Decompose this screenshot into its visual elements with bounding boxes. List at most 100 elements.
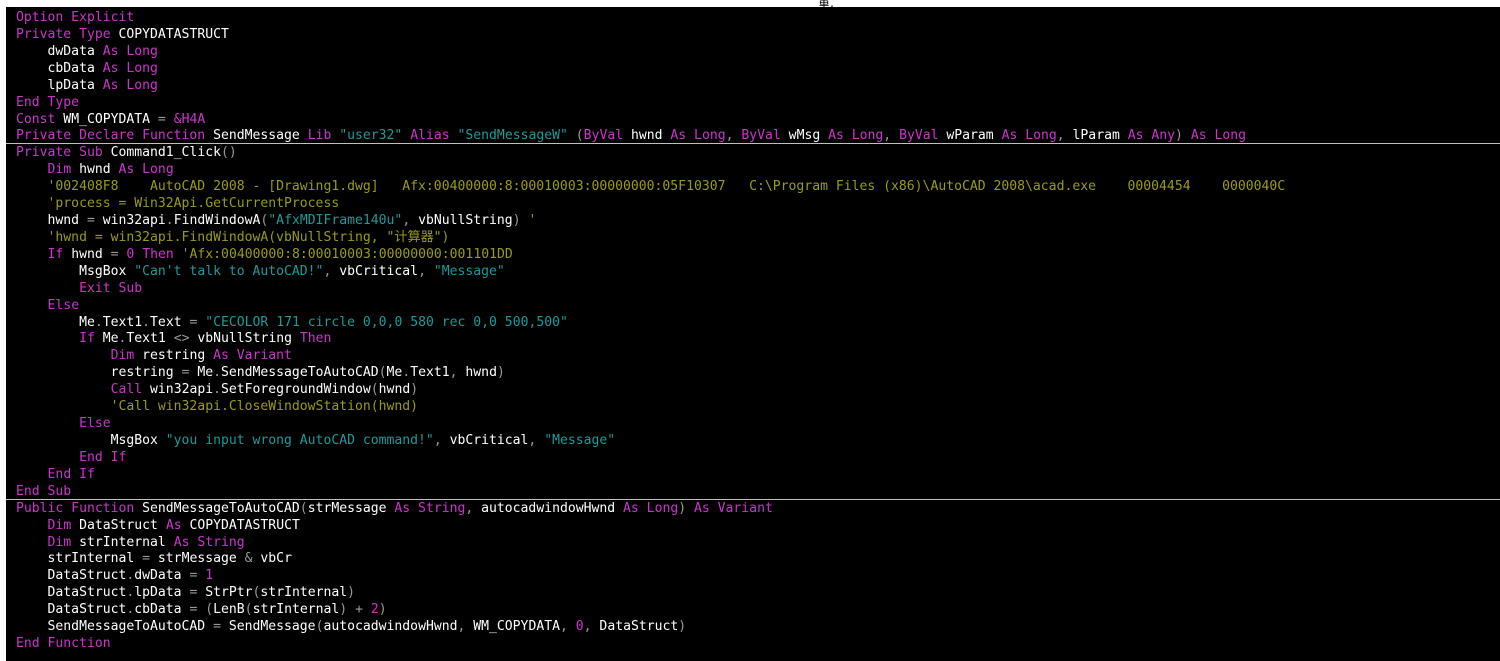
- identifier-token: Text1: [126, 331, 174, 347]
- operator-token: ,: [433, 433, 442, 448]
- code-line[interactable]: Dim restring As Variant: [16, 347, 292, 364]
- code-line[interactable]: lpData As Long: [16, 77, 158, 94]
- operator-token: <>: [173, 331, 190, 347]
- identifier-token: SendMessage: [220, 619, 316, 635]
- string-token: "CECOLOR 171 circle 0,0,0 580 rec 0,0 50…: [205, 314, 568, 330]
- identifier-token: hwnd: [623, 128, 671, 144]
- code-line[interactable]: '002408F8 AutoCAD 2008 - [Drawing1.dwg] …: [16, 178, 1286, 195]
- keyword-token: If: [47, 246, 64, 262]
- identifier-token: [16, 416, 79, 431]
- code-line[interactable]: DataStruct.cbData = (LenB(strInternal) +…: [16, 601, 387, 618]
- code-line[interactable]: End If: [16, 466, 95, 483]
- code-line[interactable]: DataStruct.dwData = 1: [16, 567, 214, 584]
- code-line[interactable]: Me.Text1.Text = "CECOLOR 171 circle 0,0,…: [16, 314, 568, 331]
- code-line[interactable]: 'Call win32api.CloseWindowStation(hwnd): [16, 398, 418, 415]
- code-line[interactable]: If Me.Text1 <> vbNullString Then: [16, 330, 331, 347]
- keyword-token: Public Function: [16, 500, 135, 516]
- code-line[interactable]: 'process = Win32Api.GetCurrentProcess: [16, 195, 340, 212]
- operator-token: (: [370, 382, 379, 398]
- identifier-token: vbNullString: [189, 331, 300, 347]
- operator-token: .: [213, 365, 221, 381]
- identifier-token: [16, 331, 79, 346]
- code-line[interactable]: Private Type COPYDATASTRUCT: [16, 26, 229, 43]
- identifier-token: vbCr: [252, 551, 292, 567]
- code-line[interactable]: Const WM_COPYDATA = &H4A: [16, 111, 205, 128]
- code-line[interactable]: End Type: [16, 94, 79, 111]
- code-line[interactable]: Else: [16, 297, 80, 314]
- identifier-token: [16, 518, 48, 533]
- identifier-token: WM_COPYDATA: [465, 619, 560, 635]
- identifier-token: vbCritical: [441, 433, 529, 448]
- operator-token: .: [94, 314, 103, 330]
- identifier-token: [16, 467, 48, 482]
- identifier-token: DataStruct: [16, 568, 127, 584]
- identifier-token: restring: [16, 365, 182, 381]
- identifier-token: dwData: [16, 43, 103, 59]
- keyword-token: As String: [173, 534, 245, 550]
- keyword-token: Alias: [410, 128, 450, 144]
- operator-token: ): [678, 619, 687, 635]
- code-editor[interactable]: Option Explicit Private Type COPYDATASTRU…: [6, 7, 1500, 661]
- identifier-token: Me: [386, 365, 403, 381]
- operator-token: ,: [449, 365, 458, 381]
- keyword-token: End If: [47, 466, 95, 482]
- identifier-token: WM_COPYDATA: [55, 111, 158, 127]
- code-line[interactable]: MsgBox "Can't talk to AutoCAD!", vbCriti…: [16, 263, 505, 280]
- string-token: "user32": [339, 128, 403, 144]
- procedure-separator: [6, 143, 1500, 145]
- code-line[interactable]: DataStruct.lpData = StrPtr(strInternal): [16, 584, 356, 601]
- identifier-token: lParam: [1064, 128, 1128, 144]
- comment-token: 'process = Win32Api.GetCurrentProcess: [16, 196, 340, 212]
- code-line[interactable]: dwData As Long: [16, 43, 158, 60]
- code-line[interactable]: hwnd = win32api.FindWindowA("AfxMDIFrame…: [16, 212, 537, 229]
- operator-token: (: [575, 128, 584, 144]
- code-line[interactable]: MsgBox "you input wrong AutoCAD command!…: [16, 432, 616, 449]
- identifier-token: hwnd: [71, 162, 119, 178]
- code-line[interactable]: Call win32api.SetForegroundWindow(hwnd): [16, 381, 419, 398]
- identifier-token: vbNullString: [410, 213, 513, 229]
- keyword-token: As Variant: [213, 348, 292, 364]
- operator-token: =: [142, 551, 151, 567]
- operator-token: .: [142, 314, 151, 330]
- code-line[interactable]: SendMessageToAutoCAD = SendMessage(autoc…: [16, 618, 687, 635]
- keyword-token: Dim: [47, 517, 72, 533]
- code-line[interactable]: strInternal = strMessage & vbCr: [16, 550, 292, 567]
- code-line[interactable]: Public Function SendMessageToAutoCAD(str…: [16, 500, 773, 517]
- operator-token: (: [299, 500, 308, 516]
- keyword-token: As Long: [623, 500, 679, 516]
- code-line[interactable]: Dim strInternal As String: [16, 534, 245, 551]
- string-token: "Can't talk to AutoCAD!": [134, 263, 324, 279]
- identifier-token: [347, 602, 355, 617]
- code-line[interactable]: If hwnd = 0 Then 'Afx:00400000:8:0001000…: [16, 246, 513, 263]
- code-line[interactable]: End If: [16, 449, 126, 466]
- identifier-token: [166, 112, 174, 127]
- number-token: 0: [575, 619, 584, 635]
- identifier-token: win32api: [94, 213, 166, 229]
- code-line[interactable]: End Sub: [16, 483, 71, 500]
- code-line[interactable]: Private Sub Command1_Click(): [16, 144, 237, 161]
- code-line[interactable]: Private Declare Function SendMessage Lib…: [16, 127, 1246, 144]
- identifier-token: SendMessageToAutoCAD: [220, 365, 379, 381]
- code-line[interactable]: 'hwnd = win32api.FindWindowA(vbNullStrin…: [16, 229, 450, 246]
- keyword-token: Option Explicit: [16, 10, 135, 25]
- code-line[interactable]: Option Explicit: [16, 9, 134, 26]
- code-line[interactable]: Dim hwnd As Long: [16, 161, 174, 178]
- identifier-token: [16, 450, 79, 465]
- identifier-token: [450, 128, 458, 143]
- window-top-strip: 重,: [0, 0, 1500, 10]
- code-line[interactable]: cbData As Long: [16, 60, 158, 77]
- identifier-token: [16, 247, 48, 262]
- code-line[interactable]: Exit Sub: [16, 280, 142, 297]
- code-line[interactable]: End Function: [16, 635, 111, 652]
- operator-token: (: [378, 365, 387, 381]
- keyword-token: Exit Sub: [79, 280, 143, 296]
- operator-token: ,: [583, 619, 592, 635]
- identifier-token: strInternal: [16, 551, 143, 567]
- code-line[interactable]: Dim DataStruct As COPYDATASTRUCT: [16, 517, 300, 534]
- identifier-token: strInternal: [260, 585, 348, 601]
- identifier-token: strMessage: [150, 551, 245, 567]
- identifier-token: DataStruct: [16, 602, 127, 618]
- code-line[interactable]: Else: [16, 415, 111, 432]
- code-line[interactable]: restring = Me.SendMessageToAutoCAD(Me.Te…: [16, 364, 505, 381]
- identifier-token: StrPtr: [197, 585, 253, 601]
